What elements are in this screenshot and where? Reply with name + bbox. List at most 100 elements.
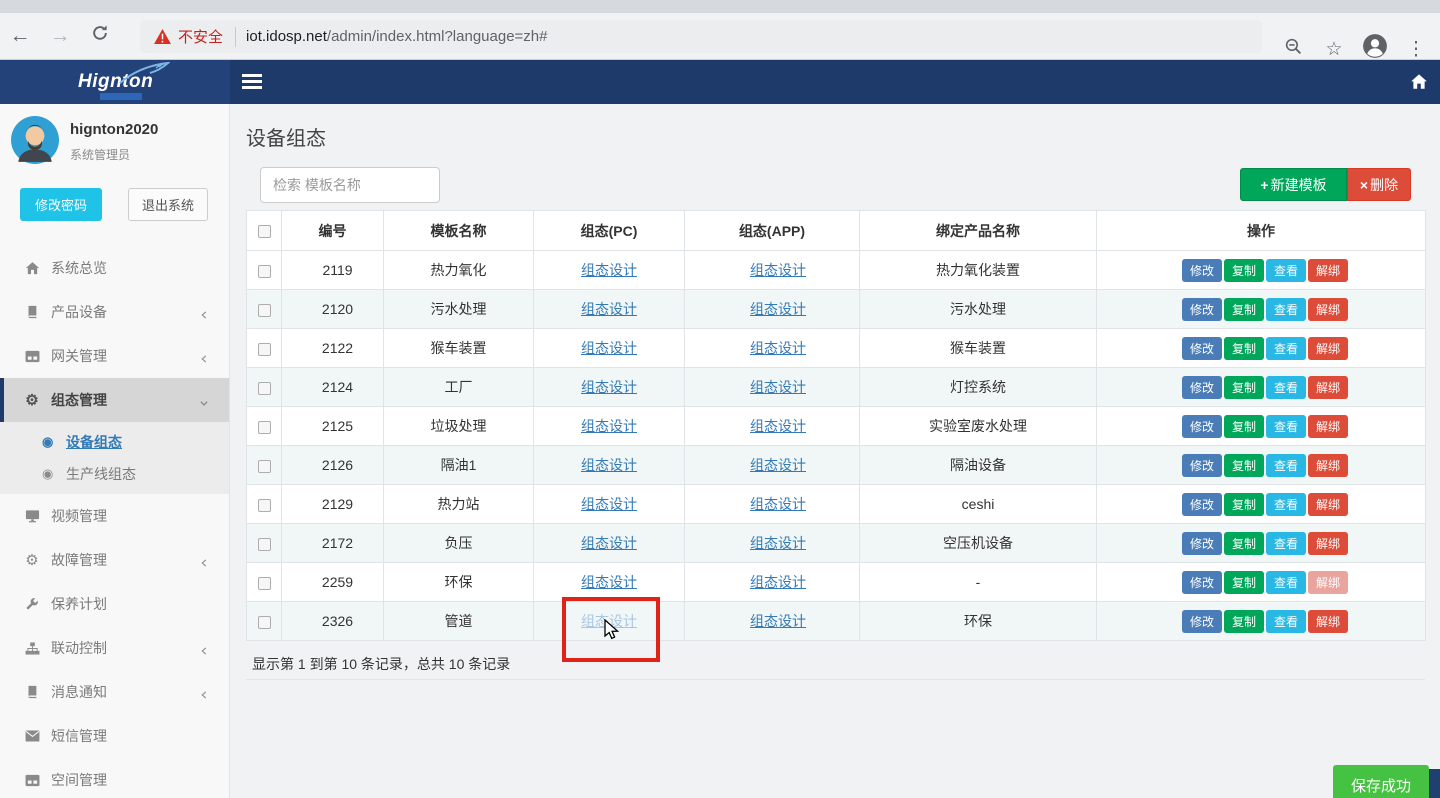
copy-button[interactable]: 复制 xyxy=(1224,610,1264,633)
sidebar-item-space[interactable]: 空间管理 xyxy=(0,758,229,798)
unbind-button[interactable]: 解绑 xyxy=(1308,532,1348,555)
sidebar-subitem-line-scada[interactable]: ◉生产线组态 xyxy=(0,458,229,490)
copy-button[interactable]: 复制 xyxy=(1224,454,1264,477)
pc-design-link[interactable]: 组态设计 xyxy=(581,340,637,356)
row-checkbox[interactable] xyxy=(258,304,271,317)
app-design-link[interactable]: 组态设计 xyxy=(750,418,806,434)
copy-button[interactable]: 复制 xyxy=(1224,532,1264,555)
copy-button[interactable]: 复制 xyxy=(1224,259,1264,282)
copy-button[interactable]: 复制 xyxy=(1224,571,1264,594)
view-button[interactable]: 查看 xyxy=(1266,298,1306,321)
unbind-button[interactable]: 解绑 xyxy=(1308,493,1348,516)
edit-button[interactable]: 修改 xyxy=(1182,454,1222,477)
row-checkbox[interactable] xyxy=(258,343,271,356)
unbind-button[interactable]: 解绑 xyxy=(1308,610,1348,633)
edit-button[interactable]: 修改 xyxy=(1182,493,1222,516)
pc-design-link[interactable]: 组态设计 xyxy=(581,301,637,317)
pc-design-link[interactable]: 组态设计 xyxy=(581,574,637,590)
app-design-link[interactable]: 组态设计 xyxy=(750,301,806,317)
view-button[interactable]: 查看 xyxy=(1266,493,1306,516)
sidebar-item-video[interactable]: 视频管理 xyxy=(0,494,229,538)
unbind-button[interactable]: 解绑 xyxy=(1308,415,1348,438)
row-checkbox[interactable] xyxy=(258,577,271,590)
unbind-button[interactable]: 解绑 xyxy=(1308,337,1348,360)
row-checkbox[interactable] xyxy=(258,265,271,278)
unbind-button[interactable]: 解绑 xyxy=(1308,376,1348,399)
app-design-link[interactable]: 组态设计 xyxy=(750,262,806,278)
sidebar-item-message[interactable]: 消息通知 xyxy=(0,670,229,714)
row-checkbox[interactable] xyxy=(258,421,271,434)
pc-design-link[interactable]: 组态设计 xyxy=(581,262,637,278)
bookmark-star-icon[interactable]: ☆ xyxy=(1318,38,1350,61)
delete-button[interactable]: ×删除 xyxy=(1347,168,1411,201)
row-checkbox[interactable] xyxy=(258,499,271,512)
pc-design-link[interactable]: 组态设计 xyxy=(581,457,637,473)
app-design-link[interactable]: 组态设计 xyxy=(750,457,806,473)
pc-design-link[interactable]: 组态设计 xyxy=(581,379,637,395)
copy-button[interactable]: 复制 xyxy=(1224,298,1264,321)
copy-button[interactable]: 复制 xyxy=(1224,376,1264,399)
unbind-button[interactable]: 解绑 xyxy=(1308,454,1348,477)
search-input[interactable] xyxy=(260,167,440,203)
edit-button[interactable]: 修改 xyxy=(1182,298,1222,321)
sidebar-item-sms[interactable]: 短信管理 xyxy=(0,714,229,758)
unbind-button[interactable]: 解绑 xyxy=(1308,298,1348,321)
pc-design-link[interactable]: 组态设计 xyxy=(581,496,637,512)
select-all-checkbox[interactable] xyxy=(258,225,271,238)
browser-back-button[interactable]: ← xyxy=(0,24,40,48)
sidebar-subitem-device-scada[interactable]: ◉设备组态 xyxy=(0,426,229,458)
view-button[interactable]: 查看 xyxy=(1266,259,1306,282)
unbind-button[interactable]: 解绑 xyxy=(1308,571,1348,594)
view-button[interactable]: 查看 xyxy=(1266,376,1306,399)
edit-button[interactable]: 修改 xyxy=(1182,415,1222,438)
view-button[interactable]: 查看 xyxy=(1266,571,1306,594)
sidebar-item-linkage[interactable]: 联动控制 xyxy=(0,626,229,670)
view-button[interactable]: 查看 xyxy=(1266,532,1306,555)
app-design-link[interactable]: 组态设计 xyxy=(750,535,806,551)
sidebar-item-scada[interactable]: ⚙组态管理 xyxy=(0,378,229,422)
browser-forward-button[interactable]: → xyxy=(40,24,80,48)
sidebar-toggle-button[interactable] xyxy=(242,74,262,92)
address-bar[interactable]: 不安全 iot.idosp.net/admin/index.html?langu… xyxy=(140,20,1262,53)
unbind-button[interactable]: 解绑 xyxy=(1308,259,1348,282)
sidebar-item-maintenance[interactable]: 保养计划 xyxy=(0,582,229,626)
edit-button[interactable]: 修改 xyxy=(1182,259,1222,282)
browser-reload-button[interactable] xyxy=(80,24,120,48)
copy-button[interactable]: 复制 xyxy=(1224,415,1264,438)
edit-button[interactable]: 修改 xyxy=(1182,610,1222,633)
edit-button[interactable]: 修改 xyxy=(1182,571,1222,594)
zoom-out-icon[interactable] xyxy=(1277,37,1309,62)
home-button[interactable] xyxy=(1410,73,1428,96)
sidebar-item-overview[interactable]: 系统总览 xyxy=(0,246,229,290)
copy-button[interactable]: 复制 xyxy=(1224,337,1264,360)
cell-app: 组态设计 xyxy=(685,368,860,407)
pc-design-link[interactable]: 组态设计 xyxy=(581,535,637,551)
edit-button[interactable]: 修改 xyxy=(1182,532,1222,555)
cell-id: 2172 xyxy=(282,524,384,563)
view-button[interactable]: 查看 xyxy=(1266,415,1306,438)
browser-menu-icon[interactable]: ⋮ xyxy=(1400,38,1432,61)
app-design-link[interactable]: 组态设计 xyxy=(750,379,806,395)
row-checkbox[interactable] xyxy=(258,616,271,629)
app-design-link[interactable]: 组态设计 xyxy=(750,574,806,590)
edit-button[interactable]: 修改 xyxy=(1182,376,1222,399)
sidebar-item-gateway[interactable]: 网关管理 xyxy=(0,334,229,378)
view-button[interactable]: 查看 xyxy=(1266,337,1306,360)
view-button[interactable]: 查看 xyxy=(1266,610,1306,633)
edit-button[interactable]: 修改 xyxy=(1182,337,1222,360)
row-checkbox[interactable] xyxy=(258,538,271,551)
view-button[interactable]: 查看 xyxy=(1266,454,1306,477)
copy-button[interactable]: 复制 xyxy=(1224,493,1264,516)
change-password-button[interactable]: 修改密码 xyxy=(20,188,102,221)
new-template-button[interactable]: +新建模板 xyxy=(1240,168,1347,201)
sidebar-item-fault[interactable]: ⚙故障管理 xyxy=(0,538,229,582)
row-checkbox[interactable] xyxy=(258,460,271,473)
app-design-link[interactable]: 组态设计 xyxy=(750,613,806,629)
brand-logo[interactable]: Hignton xyxy=(0,60,230,104)
pc-design-link[interactable]: 组态设计 xyxy=(581,418,637,434)
logout-button[interactable]: 退出系统 xyxy=(128,188,208,221)
sidebar-item-products[interactable]: 产品设备 xyxy=(0,290,229,334)
app-design-link[interactable]: 组态设计 xyxy=(750,340,806,356)
row-checkbox[interactable] xyxy=(258,382,271,395)
app-design-link[interactable]: 组态设计 xyxy=(750,496,806,512)
